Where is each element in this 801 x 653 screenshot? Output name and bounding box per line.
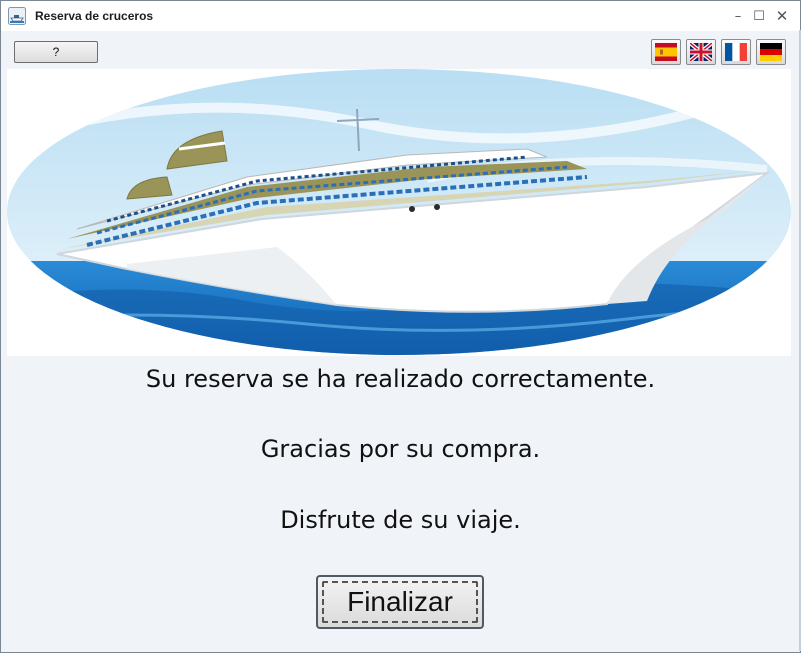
- thanks-message: Gracias por su compra.: [260, 435, 541, 463]
- spain-flag-icon: [655, 43, 677, 61]
- app-window: Reserva de cruceros – ☐ ✕ ? Su reserva s…: [0, 0, 801, 653]
- close-icon[interactable]: ✕: [772, 7, 792, 25]
- enjoy-message: Disfrute de su viaje.: [280, 506, 521, 534]
- finish-button-label: Finalizar: [322, 581, 478, 623]
- language-german-button[interactable]: [756, 39, 786, 65]
- cruise-app-icon: [8, 7, 26, 25]
- maximize-icon[interactable]: ☐: [749, 7, 769, 25]
- france-flag-icon: [725, 43, 747, 61]
- germany-flag-icon: [760, 43, 782, 61]
- finish-button[interactable]: Finalizar: [316, 575, 484, 629]
- uk-flag-icon: [690, 43, 712, 61]
- minimize-icon[interactable]: –: [728, 7, 748, 25]
- language-spanish-button[interactable]: [651, 39, 681, 65]
- cruise-ship-illustration: [7, 69, 791, 355]
- language-french-button[interactable]: [721, 39, 751, 65]
- language-english-button[interactable]: [686, 39, 716, 65]
- cruise-banner: [7, 69, 791, 356]
- window-title: Reserva de cruceros: [35, 9, 154, 23]
- title-bar[interactable]: Reserva de cruceros – ☐ ✕: [1, 1, 800, 31]
- help-button[interactable]: ?: [14, 41, 98, 63]
- success-message: Su reserva se ha realizado correctamente…: [145, 365, 656, 393]
